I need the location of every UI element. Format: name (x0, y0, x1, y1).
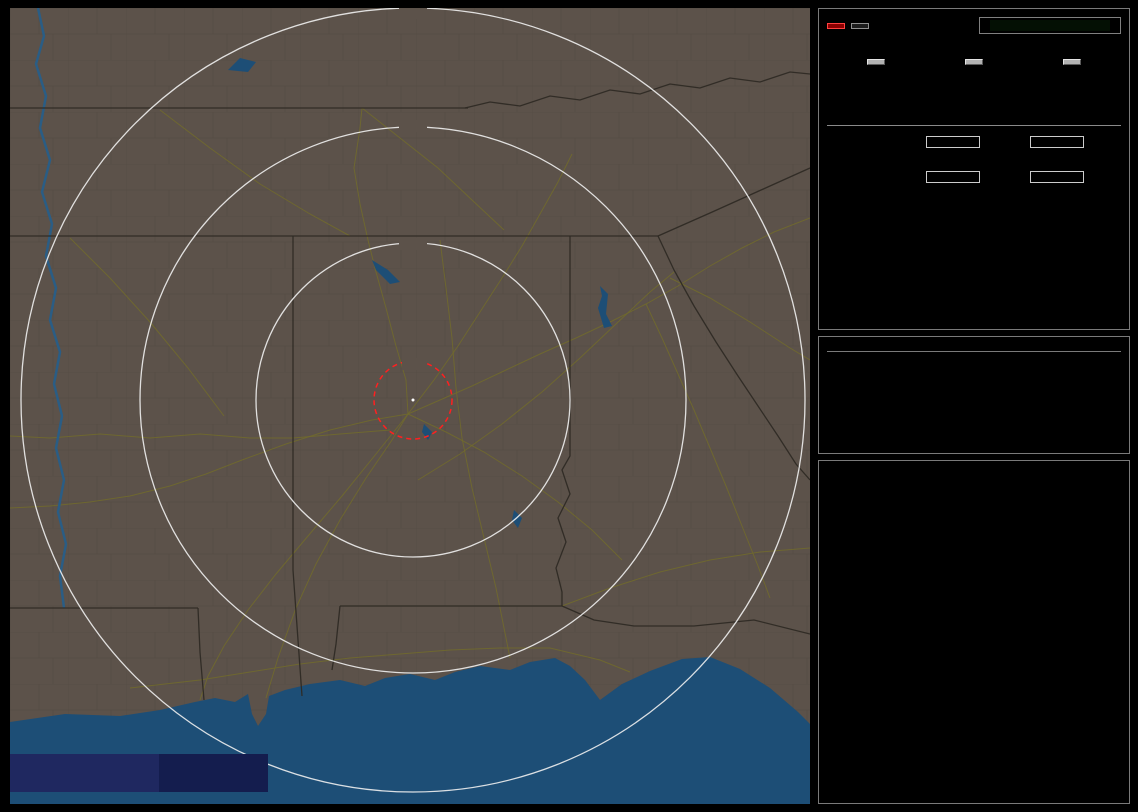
strike-indicator-button[interactable] (827, 23, 845, 29)
rates-row (827, 52, 1121, 73)
cg-positive-bar (926, 136, 980, 148)
close-per-min-chip[interactable] (965, 59, 983, 65)
cloud-ground-row (827, 136, 1121, 148)
bearing-indicator (979, 17, 1121, 34)
statistics-panel (818, 8, 1130, 330)
map-legend (10, 754, 268, 792)
cg-negative-bar (1030, 136, 1084, 148)
noise-indicator-button[interactable] (851, 23, 869, 29)
status-grid (827, 364, 1121, 382)
status-panel (818, 336, 1130, 454)
strikes-per-min-chip[interactable] (867, 59, 885, 65)
trend-panel (818, 460, 1130, 804)
distribution-title (827, 121, 1121, 126)
uptime-stats-grid (827, 469, 1121, 480)
intracloud-row (827, 171, 1121, 183)
signal-bar (990, 20, 1110, 31)
sidebar (818, 8, 1130, 804)
station-marker (412, 399, 415, 402)
datetime (827, 345, 1121, 352)
totals-row (827, 87, 1121, 95)
ic-negative-bar (1030, 171, 1084, 183)
trend-chart (827, 515, 1121, 770)
ic-positive-bar (926, 171, 980, 183)
trend-graph-header (827, 493, 1121, 507)
lightning-map[interactable] (10, 8, 810, 804)
legend-symbols (10, 754, 159, 792)
noises-per-min-chip[interactable] (1063, 59, 1081, 65)
legend-age-codes (159, 754, 269, 792)
